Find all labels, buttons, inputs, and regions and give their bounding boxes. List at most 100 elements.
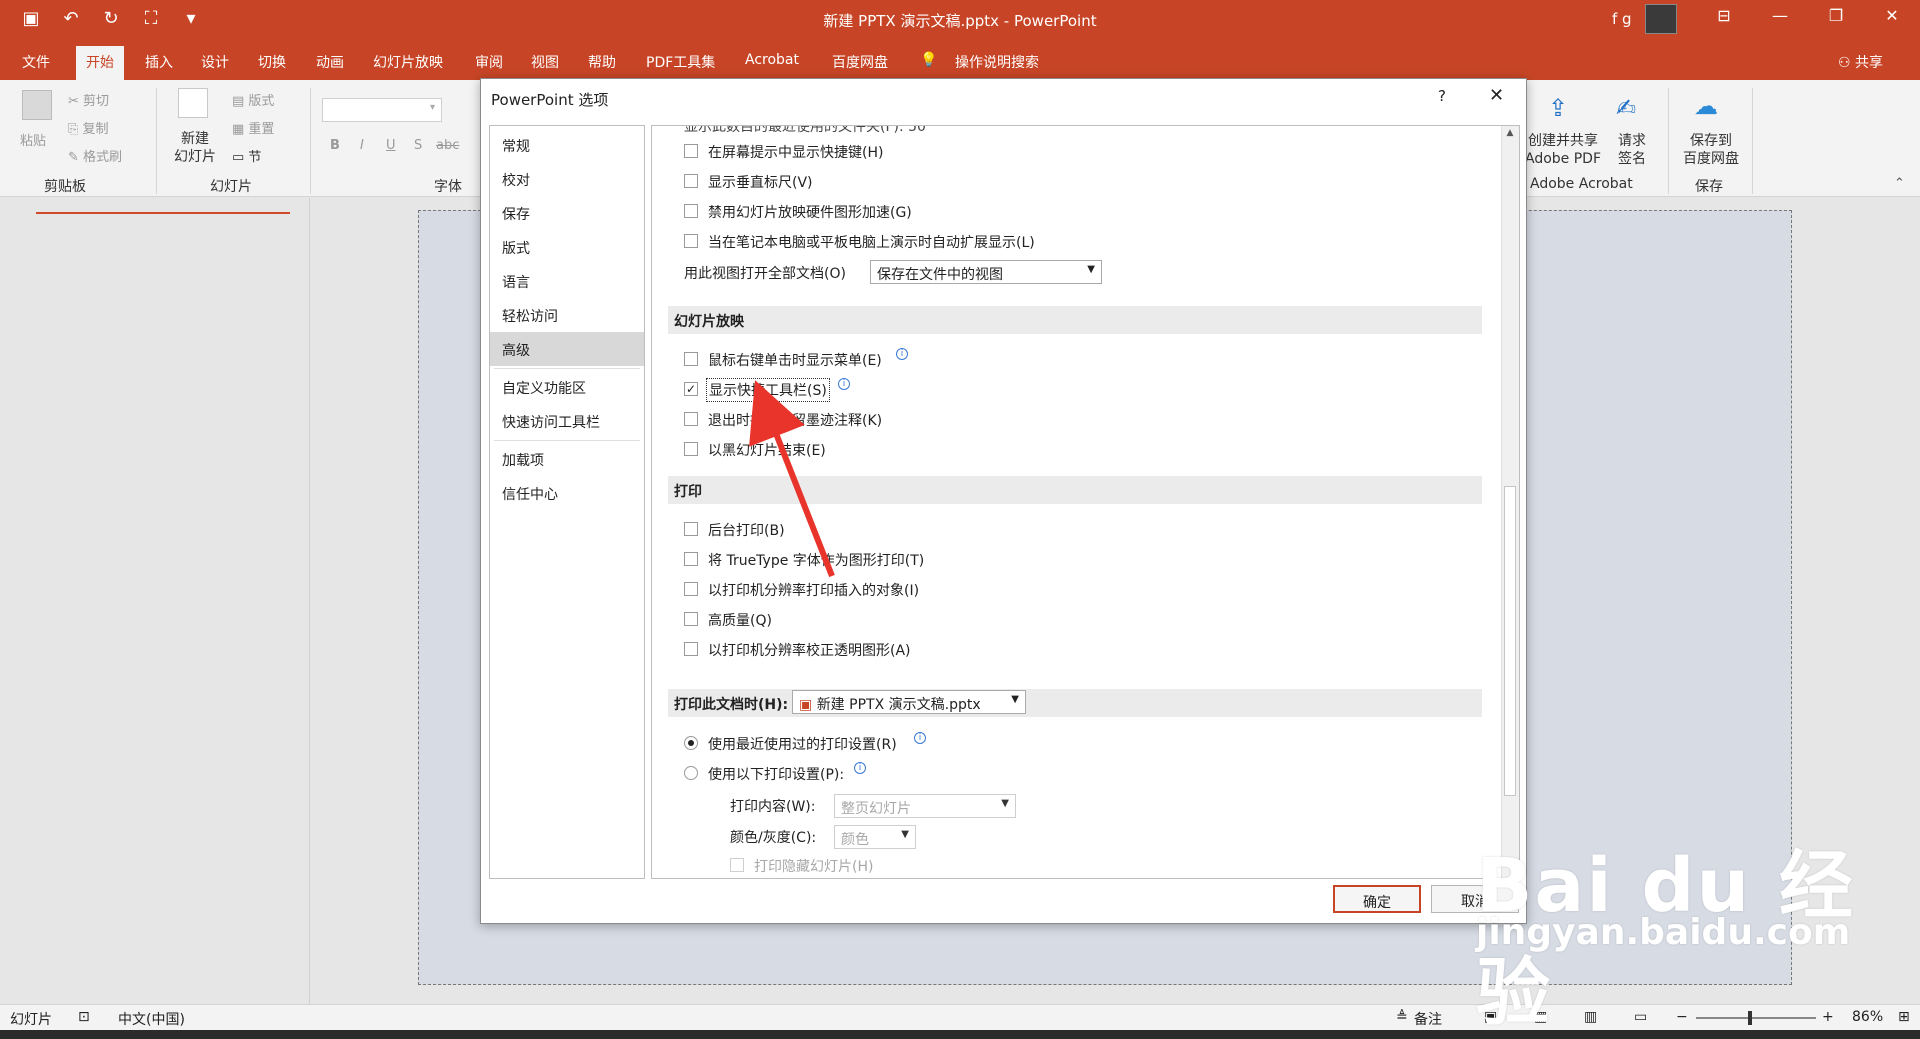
tab-insert[interactable]: 插入 (145, 52, 173, 72)
open-view-label: 用此视图打开全部文档(O) (684, 266, 846, 282)
ribbon-display-icon[interactable]: ⊟ (1696, 6, 1752, 25)
nav-item-layout[interactable]: 版式 (490, 230, 644, 264)
section-button[interactable]: ▭ 节 (232, 146, 261, 165)
tab-design[interactable]: 设计 (201, 52, 229, 72)
nav-item-addins[interactable]: 加载项 (490, 442, 644, 476)
nav-divider (494, 440, 640, 441)
print-what-select[interactable]: 整页幻灯片 ▼ (834, 794, 1016, 818)
checkbox-transparent-graphics[interactable] (684, 642, 698, 656)
shadow-button[interactable]: S (414, 138, 422, 153)
clipboard-group-label: 剪贴板 (44, 179, 86, 195)
checkbox-truetype-graphics[interactable] (684, 552, 698, 566)
checkbox-end-black-slide[interactable] (684, 442, 698, 456)
print-document-select[interactable]: ▣ 新建 PPTX 演示文稿.pptx ▼ (792, 690, 1026, 714)
copy-button[interactable]: ⎘ 复制 (68, 118, 109, 137)
nav-divider (494, 368, 640, 369)
spelling-icon[interactable]: ⊡ (78, 1009, 90, 1025)
radio-recent-print-settings[interactable] (684, 736, 698, 750)
strikethrough-button[interactable]: abc (436, 138, 459, 153)
options-dialog: PowerPoint 选项 ? ✕ 常规 校对 保存 版式 语言 轻松访问 高级… (480, 78, 1527, 924)
bold-button[interactable]: B (330, 138, 340, 153)
open-view-select[interactable]: 保存在文件中的视图 ▼ (870, 260, 1102, 284)
baidu-netdisk-icon[interactable]: ☁ (1694, 92, 1724, 122)
paste-button[interactable]: 粘贴 (20, 130, 46, 149)
underline-button[interactable]: U (386, 138, 396, 153)
tab-acrobat[interactable]: Acrobat (745, 52, 799, 68)
checkbox-show-shortcut-keys[interactable] (684, 144, 698, 158)
checkbox-keep-ink[interactable] (684, 412, 698, 426)
option-label: 鼠标右键单击时显示菜单(E) (708, 353, 882, 369)
lightbulb-icon: 💡 (920, 52, 938, 68)
slide-thumbnail-pane[interactable] (0, 198, 310, 1004)
partial-option-row: 显示此数目的最近使用的文件夹(F): 50 (684, 125, 926, 135)
nav-item-advanced[interactable]: 高级 (490, 332, 644, 366)
tab-baidu-netdisk[interactable]: 百度网盘 (832, 52, 888, 72)
paste-icon[interactable] (22, 90, 52, 120)
baidu-watermark: Bai du 经验 jingyan.baidu.com (1476, 826, 1920, 1039)
language-indicator[interactable]: 中文(中国) (118, 1009, 185, 1029)
checkbox-printer-resolution-objects[interactable] (684, 582, 698, 596)
nav-item-customize-ribbon[interactable]: 自定义功能区 (490, 370, 644, 404)
share-button[interactable]: ⚇ 共享 (1838, 52, 1883, 72)
format-painter-button[interactable]: ✎ 格式刷 (68, 146, 122, 165)
checkbox-print-hidden-slides[interactable] (730, 858, 744, 872)
tab-review[interactable]: 审阅 (475, 52, 503, 72)
notes-icon[interactable]: ≜ (1396, 1009, 1408, 1025)
tab-animations[interactable]: 动画 (316, 52, 344, 72)
section-header-print: 打印 (668, 476, 1482, 504)
nav-item-proofing[interactable]: 校对 (490, 162, 644, 196)
option-label: 使用以下打印设置(P): (708, 767, 845, 783)
sign-icon[interactable]: ✍ (1616, 94, 1646, 124)
tab-file[interactable]: 文件 (22, 52, 50, 72)
color-grayscale-select[interactable]: 颜色 ▼ (834, 825, 916, 849)
new-slide-icon[interactable] (178, 88, 208, 118)
checkbox-show-popup-toolbar[interactable]: ✓ (684, 382, 698, 396)
minimize-icon[interactable]: — (1752, 6, 1808, 25)
checkbox-auto-extend-display[interactable] (684, 234, 698, 248)
nav-item-accessibility[interactable]: 轻松访问 (490, 298, 644, 332)
nav-item-trust-center[interactable]: 信任中心 (490, 476, 644, 510)
create-share-pdf-button[interactable]: 创建并共享 Adobe PDF (1522, 132, 1604, 168)
checkbox-high-quality[interactable] (684, 612, 698, 626)
tab-slideshow[interactable]: 幻灯片放映 (373, 52, 443, 72)
save-to-netdisk-button[interactable]: 保存到 百度网盘 (1676, 132, 1746, 168)
create-pdf-icon[interactable]: ⇪ (1548, 94, 1578, 124)
vertical-scrollbar[interactable]: ▲ ▼ (1501, 126, 1519, 878)
tab-pdf-tools[interactable]: PDF工具集 (646, 52, 715, 72)
restore-icon[interactable]: ❐ (1808, 6, 1864, 25)
ok-button[interactable]: 确定 (1333, 885, 1421, 913)
italic-button[interactable]: I (360, 138, 364, 153)
checkbox-disable-hw-acceleration[interactable] (684, 204, 698, 218)
tab-help[interactable]: 帮助 (588, 52, 616, 72)
close-window-icon[interactable]: ✕ (1864, 6, 1920, 25)
tab-transitions[interactable]: 切换 (258, 52, 286, 72)
font-name-combo[interactable]: ▾ (322, 98, 442, 122)
tell-me-search[interactable]: 操作说明搜索 (955, 52, 1039, 72)
collapse-ribbon-icon[interactable]: ⌃ (1894, 176, 1905, 191)
scroll-up-icon[interactable]: ▲ (1503, 128, 1517, 144)
reset-button[interactable]: ▦ 重置 (232, 118, 274, 137)
checkbox-vertical-ruler[interactable] (684, 174, 698, 188)
checkbox-background-print[interactable] (684, 522, 698, 536)
layout-button[interactable]: ▤ 版式 (232, 90, 274, 109)
notes-button[interactable]: 备注 (1414, 1009, 1442, 1029)
checkbox-right-click-menu[interactable] (684, 352, 698, 366)
request-signature-button[interactable]: 请求 签名 (1612, 132, 1652, 168)
radio-following-print-settings[interactable] (684, 766, 698, 780)
nav-item-save[interactable]: 保存 (490, 196, 644, 230)
chevron-down-icon: ▼ (1011, 694, 1019, 705)
scrollbar-thumb[interactable] (1504, 486, 1516, 796)
help-icon[interactable]: ? (1438, 87, 1446, 105)
option-label-focused: 显示快捷工具栏(S) (706, 378, 830, 402)
print-what-label: 打印内容(W): (730, 799, 816, 815)
new-slide-button[interactable]: 新建 幻灯片 (170, 130, 220, 166)
close-icon[interactable]: ✕ (1489, 85, 1504, 106)
cut-button[interactable]: ✂ 剪切 (68, 90, 109, 109)
avatar[interactable] (1645, 4, 1677, 34)
nav-item-language[interactable]: 语言 (490, 264, 644, 298)
nav-item-quick-access[interactable]: 快速访问工具栏 (490, 404, 644, 438)
user-name[interactable]: f g (1612, 10, 1632, 28)
nav-item-general[interactable]: 常规 (490, 128, 644, 162)
tab-home[interactable]: 开始 (76, 46, 124, 80)
tab-view[interactable]: 视图 (531, 52, 559, 72)
